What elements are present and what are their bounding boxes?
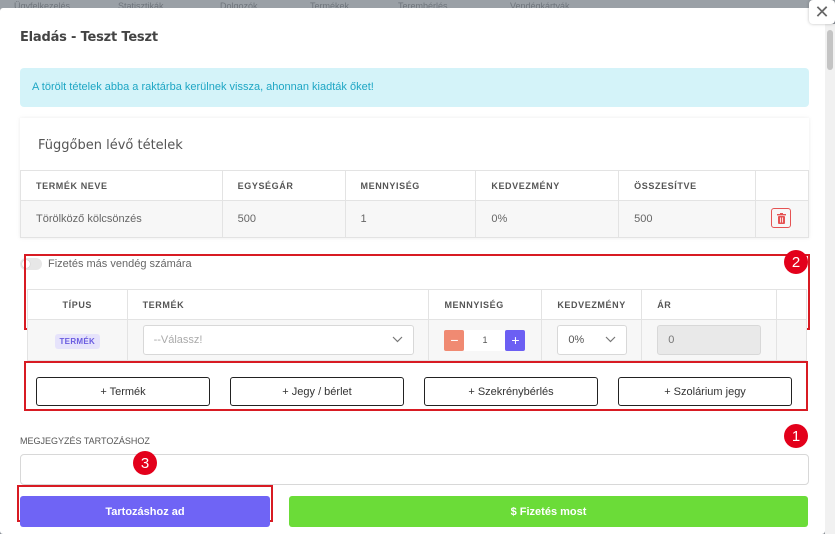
cell-quantity: − 1 +: [428, 319, 543, 361]
col-total: ÖSSZESÍTVE: [618, 170, 756, 201]
modal-title: Eladás - Teszt Teszt: [20, 30, 158, 45]
product-select-placeholder: --Válassz!: [153, 334, 203, 346]
table-row: Törölköző kölcsönzés 500 1 0% 500: [20, 200, 809, 238]
trash-icon: [777, 212, 786, 224]
cell-extra: [776, 319, 807, 361]
info-alert: A törölt tételek abba a raktárba kerülne…: [20, 68, 809, 107]
pending-items-table: TERMÉK NEVE EGYSÉGÁR MENNYISÉG KEDVEZMÉN…: [20, 170, 809, 238]
col-quantity: MENNYISÉG: [428, 289, 543, 320]
col-extra: [776, 289, 807, 320]
sale-modal: Eladás - Teszt Teszt A törölt tételek ab…: [0, 8, 825, 534]
table-row: TERMÉK --Válassz! − 1 + 0% 0: [27, 319, 807, 361]
pending-items-card: Függőben lévő tételek TERMÉK NEVE EGYSÉG…: [20, 118, 809, 238]
table-header-row: TÍPUS TERMÉK MENNYISÉG KEDVEZMÉNY ÁR: [27, 289, 807, 320]
cell-price: 0: [641, 319, 778, 361]
close-icon: ✕: [814, 1, 830, 22]
discount-value: 0%: [568, 334, 585, 346]
delete-item-button[interactable]: [771, 207, 791, 228]
annotation-badge-3: 3: [133, 451, 157, 475]
quantity-input[interactable]: 1: [464, 329, 506, 351]
pay-now-button[interactable]: $ Fizetés most: [289, 496, 808, 527]
chevron-down-icon: [605, 336, 616, 343]
quantity-stepper: − 1 +: [444, 329, 541, 351]
annotation-badge-1: 1: [784, 424, 808, 448]
col-product: TERMÉK: [126, 289, 430, 320]
col-product-name: TERMÉK NEVE: [20, 170, 223, 201]
add-to-debt-button[interactable]: Tartozáshoz ad: [20, 496, 270, 527]
cell-product: --Válassz!: [126, 319, 430, 361]
col-quantity: MENNYISÉG: [344, 170, 477, 201]
product-select[interactable]: --Válassz!: [142, 325, 414, 355]
cell-discount: 0%: [475, 200, 620, 238]
cell-total: 500: [618, 200, 756, 238]
col-actions: [755, 170, 809, 201]
scrollbar-thumb[interactable]: [827, 30, 833, 70]
scrollbar-track[interactable]: [825, 24, 835, 534]
table-header-row: TERMÉK NEVE EGYSÉGÁR MENNYISÉG KEDVEZMÉN…: [20, 170, 809, 201]
cell-actions: [755, 200, 809, 238]
add-ticket-button[interactable]: + Jegy / bérlet: [230, 377, 404, 406]
close-button[interactable]: ✕: [809, 0, 835, 24]
add-solarium-button[interactable]: + Szolárium jegy: [618, 377, 792, 406]
cell-discount: 0%: [541, 319, 643, 361]
cell-product-name: Törölköző kölcsönzés: [20, 200, 223, 238]
add-product-button[interactable]: + Termék: [36, 377, 210, 406]
col-type: TÍPUS: [27, 289, 128, 320]
chevron-down-icon: [392, 336, 403, 343]
price-field: 0: [657, 325, 762, 355]
cell-unit-price: 500: [221, 200, 346, 238]
cell-quantity: 1: [344, 200, 477, 238]
quantity-decrement-button[interactable]: −: [444, 329, 465, 351]
col-discount: KEDVEZMÉNY: [475, 170, 620, 201]
cell-type: TERMÉK: [27, 319, 128, 361]
col-price: ÁR: [641, 289, 778, 320]
discount-select[interactable]: 0%: [557, 325, 628, 355]
type-badge: TERMÉK: [54, 334, 101, 349]
col-discount: KEDVEZMÉNY: [541, 289, 643, 320]
annotation-badge-2: 2: [784, 250, 808, 274]
col-unit-price: EGYSÉGÁR: [221, 170, 346, 201]
add-locker-button[interactable]: + Szekrénybérlés: [424, 377, 598, 406]
new-item-table: TÍPUS TERMÉK MENNYISÉG KEDVEZMÉNY ÁR TER…: [27, 289, 807, 361]
debt-note-label: MEGJEGYZÉS TARTOZÁSHOZ: [20, 436, 150, 446]
quantity-increment-button[interactable]: +: [505, 329, 526, 351]
pending-items-title: Függőben lévő tételek: [38, 138, 183, 153]
